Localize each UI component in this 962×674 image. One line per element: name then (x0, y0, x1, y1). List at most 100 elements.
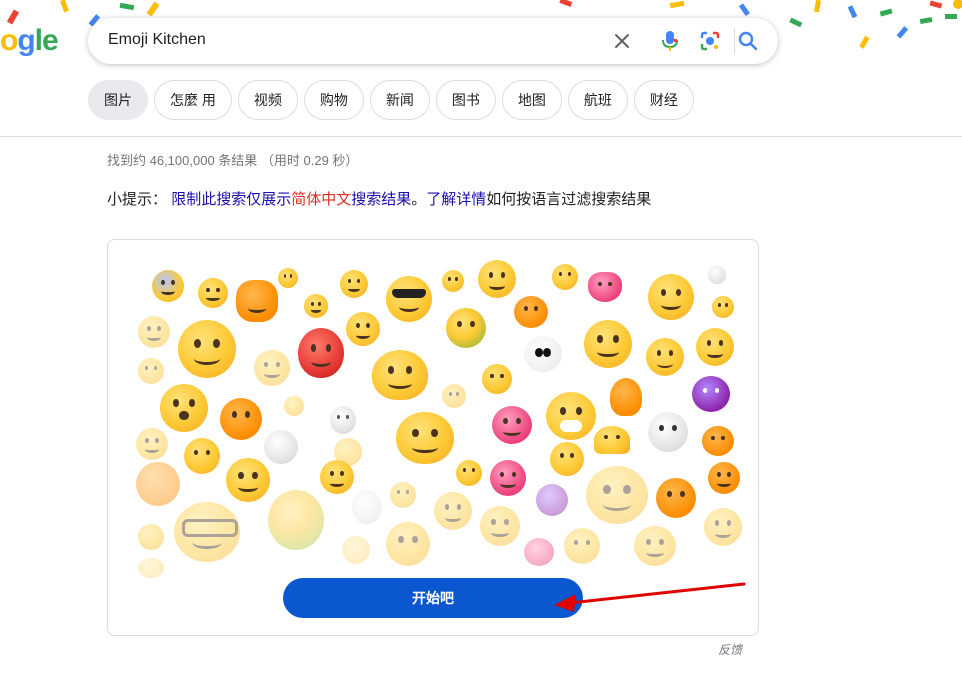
search-divider (734, 28, 735, 54)
emoji-sticker (634, 526, 676, 566)
feedback-link[interactable]: 反馈 (718, 641, 742, 658)
emoji-sticker (546, 392, 596, 440)
emoji-sticker (386, 522, 430, 566)
search-input[interactable]: Emoji Kitchen (108, 31, 206, 49)
emoji-sticker (236, 280, 278, 322)
emoji-sticker (278, 268, 298, 288)
header-divider (0, 136, 962, 137)
google-logo[interactable]: ogle (0, 24, 59, 58)
learn-more-link[interactable]: 了解详情 (426, 191, 486, 208)
tip-suffix: 如何按语言过滤搜索结果 (486, 191, 652, 208)
emoji-sticker (656, 478, 696, 518)
emoji-sticker (138, 316, 170, 348)
tab-how-to-use[interactable]: 怎麼 用 (154, 80, 232, 120)
emoji-sticker (442, 384, 466, 408)
emoji-sticker (226, 458, 270, 502)
emoji-sticker (442, 270, 464, 292)
emoji-sticker (550, 442, 584, 476)
result-stats: 找到约 46,100,000 条结果 （用时 0.29 秒） (107, 153, 359, 168)
emoji-sticker (456, 460, 482, 486)
tab-videos[interactable]: 视频 (237, 80, 298, 120)
logo-part-2: g (17, 24, 35, 57)
emoji-sticker (396, 412, 454, 464)
emoji-sticker (696, 328, 734, 366)
emoji-sticker (648, 274, 694, 320)
emoji-sticker (304, 294, 328, 318)
search-icon[interactable] (736, 29, 760, 53)
emoji-collage (108, 240, 758, 580)
emoji-sticker (708, 462, 740, 494)
emoji-sticker (594, 426, 630, 454)
emoji-sticker (648, 412, 688, 452)
emoji-sticker (178, 320, 236, 378)
emoji-sticker (198, 278, 228, 308)
emoji-sticker (610, 378, 642, 416)
language-tip: 小提示： 限制此搜索仅展示简体中文搜索结果。了解详情如何按语言过滤搜索结果 (107, 188, 651, 209)
emoji-sticker (584, 320, 632, 368)
search-tabs: 图片 怎麼 用 视频 购物 新闻 图书 地图 航班 财经 (88, 80, 694, 120)
camera-lens-icon[interactable] (698, 29, 722, 53)
emoji-sticker (184, 438, 220, 474)
emoji-sticker (352, 490, 382, 524)
emoji-sticker (564, 528, 600, 564)
emoji-sticker (138, 358, 164, 384)
emoji-sticker (340, 270, 368, 298)
emoji-sticker (588, 272, 622, 302)
emoji-sticker (342, 536, 370, 564)
emoji-sticker (708, 266, 726, 284)
emoji-sticker (284, 396, 304, 416)
emoji-sticker (490, 460, 526, 496)
emoji-sticker (492, 406, 532, 444)
emoji-sticker (268, 490, 324, 550)
logo-part-3: le (34, 24, 59, 57)
emoji-sticker (330, 406, 356, 434)
page: ogle Emoji Kitchen 图片 怎麼 用 视频 购物 新闻 图书 地… (0, 0, 962, 674)
restrict-link-suffix: 搜索结果 (351, 191, 412, 208)
emoji-sticker (320, 460, 354, 494)
emoji-sticker (704, 508, 742, 546)
mic-icon[interactable] (658, 29, 682, 53)
emoji-sticker (646, 338, 684, 376)
emoji-sticker (136, 462, 180, 506)
search-box[interactable]: Emoji Kitchen (88, 18, 778, 64)
emoji-sticker (346, 312, 380, 346)
emoji-sticker (514, 296, 548, 328)
emoji-sticker (390, 482, 416, 508)
emoji-sticker (160, 384, 208, 432)
logo-part-1: o (0, 24, 18, 57)
emoji-kitchen-card[interactable]: 开始吧 (107, 239, 759, 636)
emoji-sticker (386, 276, 432, 322)
emoji-sticker (254, 350, 290, 386)
emoji-sticker (524, 538, 554, 566)
tab-maps[interactable]: 地图 (501, 80, 562, 120)
tab-news[interactable]: 新闻 (369, 80, 430, 120)
emoji-sticker (712, 296, 734, 318)
emoji-sticker (536, 484, 568, 516)
emoji-sticker (692, 376, 730, 412)
emoji-sticker (220, 398, 262, 440)
close-icon[interactable] (610, 29, 634, 53)
emoji-sticker (478, 260, 516, 298)
emoji-sticker (136, 428, 168, 460)
restrict-language-link[interactable]: 限制此搜索仅展示简体中文搜索结果 (171, 191, 411, 208)
tab-books[interactable]: 图书 (435, 80, 496, 120)
emoji-sticker (298, 328, 344, 378)
start-button[interactable]: 开始吧 (283, 578, 583, 618)
emoji-sticker (524, 336, 562, 372)
language-name: 简体中文 (291, 191, 352, 208)
tab-shopping[interactable]: 购物 (303, 80, 364, 120)
emoji-sticker (552, 264, 578, 290)
emoji-sticker (174, 502, 240, 562)
tab-flights[interactable]: 航班 (567, 80, 628, 120)
tab-images[interactable]: 图片 (88, 80, 148, 120)
tab-finance[interactable]: 财经 (633, 80, 694, 120)
emoji-sticker (446, 308, 486, 348)
emoji-sticker (264, 430, 298, 464)
emoji-sticker (138, 558, 164, 578)
tip-period: 。 (411, 191, 427, 208)
emoji-sticker (482, 364, 512, 394)
tip-prefix: 小提示： (107, 191, 168, 208)
emoji-sticker (138, 524, 164, 550)
emoji-sticker (152, 270, 184, 302)
emoji-sticker (372, 350, 428, 400)
